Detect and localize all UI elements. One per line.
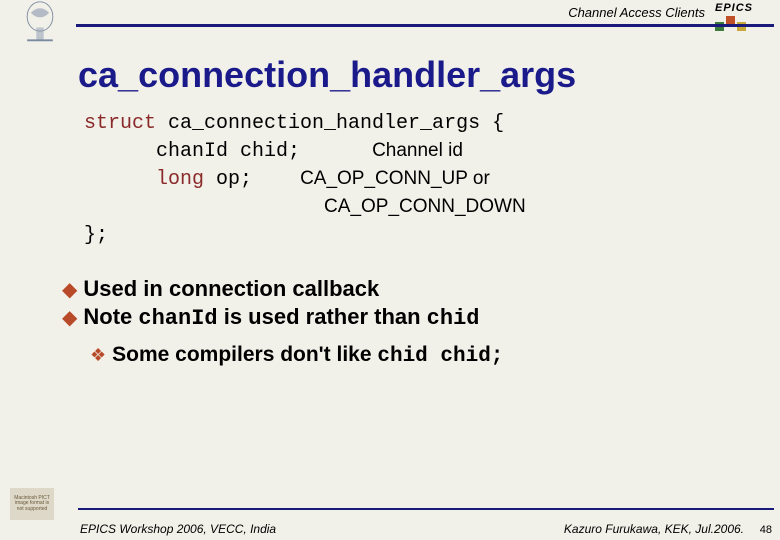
code-line-3: long op; CA_OP_CONN_UP or bbox=[84, 166, 780, 194]
bullet-item-2: ◆ Note chanId is used rather than chid bbox=[62, 304, 780, 331]
epics-logo: EPICS bbox=[715, 2, 770, 32]
slide-footer: Macintosh PICT image format is not suppo… bbox=[0, 508, 780, 534]
footer-divider bbox=[78, 508, 774, 510]
slide-title: ca_connection_handler_args bbox=[78, 54, 780, 96]
code-line-5: }; bbox=[84, 222, 780, 250]
epics-logo-text: EPICS bbox=[715, 2, 770, 14]
page-number: 48 bbox=[760, 524, 772, 536]
footer-right-text: Kazuro Furukawa, KEK, Jul.2006. bbox=[564, 522, 744, 536]
code-line-4: CA_OP_CONN_DOWN bbox=[84, 194, 780, 222]
footer-left-text: EPICS Workshop 2006, VECC, India bbox=[80, 522, 276, 536]
code-block: struct ca_connection_handler_args { chan… bbox=[84, 110, 780, 250]
footer-image-placeholder: Macintosh PICT image format is not suppo… bbox=[10, 488, 54, 520]
sub-bullet-item-1: ❖ Some compilers don't like chid chid; bbox=[90, 343, 780, 368]
emblem-icon bbox=[10, 0, 70, 44]
code-line-2: chanId chid; Channel id bbox=[84, 138, 780, 166]
bullet-item-1: ◆ Used in connection callback bbox=[62, 276, 780, 302]
diamond-bullet-icon: ◆ bbox=[62, 277, 77, 302]
code-line-1: struct ca_connection_handler_args { bbox=[84, 110, 780, 138]
diamond-outline-bullet-icon: ❖ bbox=[90, 345, 106, 366]
header-divider bbox=[76, 24, 774, 27]
slide-header: Channel Access Clients EPICS bbox=[0, 0, 780, 28]
header-section-label: Channel Access Clients bbox=[568, 5, 705, 20]
bullet-list: ◆ Used in connection callback ◆ Note cha… bbox=[62, 276, 780, 368]
diamond-bullet-icon: ◆ bbox=[62, 305, 77, 330]
